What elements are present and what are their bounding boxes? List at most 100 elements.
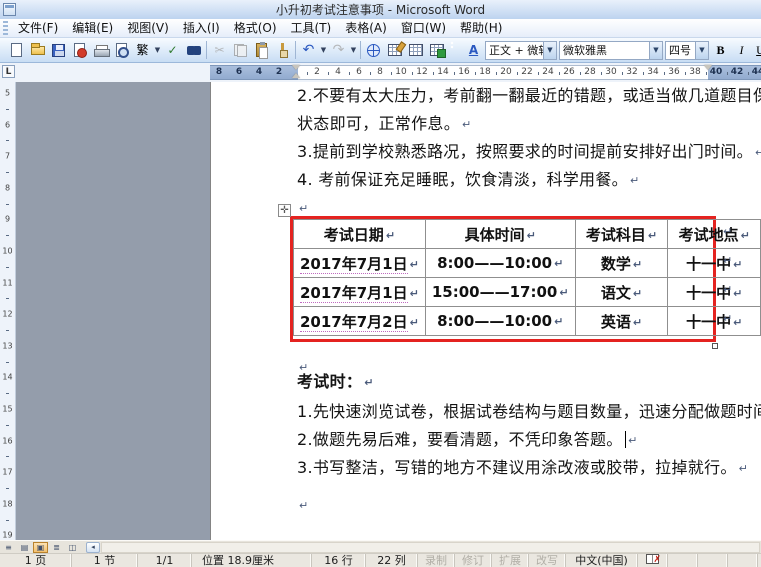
document-page[interactable]: ✛ 考试日期 ↵ 具体时间 ↵ 考试科目 ↵ 考试地点 ↵ 2017年7月1日 ↵ 8:00——10… <box>210 82 761 540</box>
empty-paragraph[interactable]: ↵ <box>297 197 309 220</box>
italic-button[interactable]: I <box>732 40 752 61</box>
web-layout-view-button[interactable]: ▤ <box>17 542 32 553</box>
menu-item-8[interactable]: 帮助(H) <box>453 17 509 39</box>
insert-table-icon[interactable] <box>406 40 426 61</box>
scroll-left-arrow[interactable]: ◂ <box>86 541 100 553</box>
spelling-status-cell[interactable] <box>638 554 668 567</box>
menu-item-7[interactable]: 窗口(W) <box>394 17 453 39</box>
table-cell[interactable]: 十一中 ↵ <box>667 306 761 336</box>
font-size-combo-value: 四号 <box>669 44 691 57</box>
style-combo[interactable]: 正文 + 微软 ▼ <box>485 40 557 60</box>
bold-button[interactable]: B <box>711 40 731 61</box>
empty-paragraph[interactable]: ↵ <box>297 494 309 517</box>
table-cell[interactable]: 15:00——17:00 ↵ <box>424 277 576 307</box>
paragraph-line[interactable]: 3.提前到学校熟悉路况，按照要求的时间提前安排好出门时间。 ↵ <box>297 141 761 164</box>
table-move-handle[interactable]: ✛ <box>278 204 291 217</box>
menu-bar: 文件(F) 编辑(E) 视图(V) 插入(I) 格式(O) 工具(T) 表格(A) 窗口(W)… <box>0 19 761 38</box>
status-mode-0[interactable]: 录制 <box>418 554 455 567</box>
font-combo-dropdown-icon[interactable]: ▼ <box>649 41 662 59</box>
outline-view-button[interactable]: ≣ <box>49 542 64 553</box>
status-mode-2[interactable]: 扩展 <box>492 554 529 567</box>
style-combo-value: 正文 + 微软 <box>489 44 543 57</box>
paragraph-line[interactable]: 2.做题先易后难，要看清题，不凭印象答题。 ↵ <box>297 429 638 452</box>
menu-item-5[interactable]: 工具(T) <box>284 17 339 39</box>
table-cell[interactable]: 十一中 ↵ <box>667 277 761 307</box>
print-icon[interactable] <box>91 40 111 61</box>
print-preview-icon[interactable] <box>112 40 132 61</box>
menu-item-4[interactable]: 格式(O) <box>227 17 284 39</box>
save-icon[interactable] <box>49 40 69 61</box>
insert-excel-table-icon[interactable] <box>427 40 447 61</box>
ruler-number: 16 <box>2 436 13 446</box>
word-window: 小升初考试注意事项 - Microsoft Word 文件(F) 编辑(E) 视图(… <box>0 0 761 567</box>
ruler-number: 2 <box>275 67 283 77</box>
ruler-number: 22 <box>521 67 533 77</box>
chinese-translate-icon[interactable]: 繁 <box>133 40 153 61</box>
paragraph-mark: ↵ <box>299 499 309 512</box>
paragraph-line[interactable]: 2.不要有太大压力，考前翻一翻最近的错题，或适当做几道题目保持 <box>297 85 761 107</box>
menu-grip-handle[interactable] <box>3 20 8 36</box>
table-cell[interactable]: 语文 ↵ <box>574 277 669 307</box>
paste-icon[interactable] <box>252 40 272 61</box>
table-header-cell[interactable]: 具体时间 ↵ <box>424 219 576 249</box>
paragraph-line[interactable]: 4. 考前保证充足睡眠，饮食清淡，科学用餐。 ↵ <box>297 169 639 192</box>
paragraph-line[interactable]: 3.书写整洁，写错的地方不建议用涂改液或胶带，拉掉就行。 ↵ <box>297 457 748 480</box>
status-mode-3[interactable]: 改写 <box>529 554 566 567</box>
normal-view-button[interactable]: ≡ <box>1 542 16 553</box>
table-row: 2017年7月1日 ↵ 15:00——17:00 ↵ 语文 ↵ 十一中 ↵ <box>293 277 761 307</box>
table-cell[interactable]: 2017年7月1日 ↵ <box>293 248 426 278</box>
underline-button[interactable]: U <box>753 40 761 61</box>
menu-item-0[interactable]: 文件(F) <box>11 17 65 39</box>
table-cell[interactable]: 数学 ↵ <box>574 248 669 278</box>
style-combo-dropdown-icon[interactable]: ▼ <box>543 41 556 59</box>
new-document-icon[interactable] <box>7 40 27 61</box>
ruler-number: 15 <box>2 404 13 414</box>
status-language[interactable]: 中文(中国) <box>566 554 638 567</box>
status-section: 1 节 <box>72 554 138 567</box>
table-cell[interactable]: 8:00——10:00 ↵ <box>424 306 576 336</box>
status-mode-1[interactable]: 修订 <box>455 554 492 567</box>
permission-icon[interactable] <box>70 40 90 61</box>
copy-icon <box>231 40 251 61</box>
font-size-combo[interactable]: 四号 ▼ <box>665 40 709 60</box>
spelling-grammar-icon[interactable]: ✓ <box>163 40 183 61</box>
hanging-indent-marker[interactable] <box>292 73 300 78</box>
undo-dropdown-icon[interactable]: ▼ <box>319 40 328 61</box>
table-cell[interactable]: 十一中 ↵ <box>667 248 761 278</box>
menu-item-6[interactable]: 表格(A) <box>338 17 394 39</box>
table-cell[interactable]: 2017年7月1日 ↵ <box>293 277 426 307</box>
font-size-dropdown-icon[interactable]: ▼ <box>695 41 708 59</box>
table-header-cell[interactable]: 考试地点 ↵ <box>667 219 761 249</box>
exam-time-heading[interactable]: 考试时： ↵ <box>297 371 374 394</box>
row-end-paragraph-mark: ↵ <box>723 283 733 296</box>
print-layout-view-button[interactable]: ▣ <box>33 541 48 553</box>
tables-and-borders-icon[interactable] <box>385 40 405 61</box>
toolbar-options-handle[interactable] <box>448 38 456 62</box>
reading-layout-view-button[interactable]: ◫ <box>65 542 80 553</box>
ruler-number: 8 <box>215 67 223 77</box>
table-header-cell[interactable]: 考试日期 ↵ <box>293 219 426 249</box>
status-modes: 录制 修订 扩展 改写 <box>418 554 566 567</box>
find-icon[interactable] <box>184 40 204 61</box>
styles-and-formatting-icon[interactable]: A <box>464 40 484 61</box>
table-header-cell[interactable]: 考试科目 ↵ <box>574 219 669 249</box>
chinese-translate-dropdown-icon[interactable]: ▼ <box>153 40 162 61</box>
menu-item-2[interactable]: 视图(V) <box>120 17 176 39</box>
first-line-indent-marker[interactable] <box>292 65 300 70</box>
tab-selector[interactable]: L <box>2 65 15 78</box>
table-cell[interactable]: 8:00——10:00 ↵ <box>424 248 576 278</box>
open-folder-icon[interactable] <box>28 40 48 61</box>
table-cell[interactable]: 英语 ↵ <box>574 306 669 336</box>
font-combo[interactable]: 微软雅黑 ▼ <box>559 40 663 60</box>
ruler-number: 40 <box>709 67 723 77</box>
paragraph-line[interactable]: 1.先快速浏览试卷，根据试卷结构与题目数量，迅速分配做题时间。↵ <box>297 401 761 424</box>
horizontal-scrollbar-track[interactable] <box>101 541 760 553</box>
format-painter-icon[interactable] <box>273 40 293 61</box>
menu-item-3[interactable]: 插入(I) <box>176 17 227 39</box>
table-cell[interactable]: 2017年7月2日 ↵ <box>293 306 426 336</box>
menu-item-1[interactable]: 编辑(E) <box>65 17 120 39</box>
insert-hyperlink-icon[interactable] <box>364 40 384 61</box>
undo-icon[interactable]: ↶ <box>299 40 319 61</box>
table-resize-handle[interactable] <box>712 343 718 349</box>
paragraph-line[interactable]: 状态即可，正常作息。 ↵ <box>297 113 472 136</box>
